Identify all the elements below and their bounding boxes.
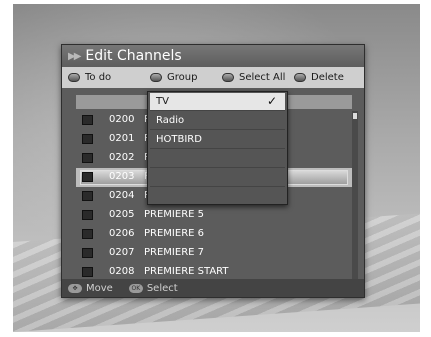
- title-bar: ▶▶ Edit Channels: [62, 45, 364, 67]
- checkbox-icon[interactable]: [82, 191, 93, 201]
- channel-name: PREMIERE 6: [144, 228, 204, 239]
- function-bar: To do Group Select All Delete: [62, 67, 364, 88]
- channel-number: 0200: [109, 114, 135, 125]
- channel-number: 0206: [109, 228, 135, 239]
- checkbox-icon[interactable]: [82, 267, 93, 277]
- group-button[interactable]: Group: [150, 72, 197, 83]
- select-all-label: Select All: [239, 72, 286, 83]
- checkbox-icon[interactable]: [82, 153, 93, 163]
- channel-row[interactable]: 0207 PREMIERE 7: [76, 244, 352, 263]
- channel-name: PREMIERE 7: [144, 247, 204, 258]
- channel-name: PREMIERE 5: [144, 209, 204, 220]
- checkmark-icon: ✓: [266, 94, 277, 108]
- checkbox-icon[interactable]: [82, 134, 93, 144]
- group-dropdown: TV ✓ Radio HOTBIRD: [147, 91, 288, 205]
- checkbox-icon[interactable]: [82, 172, 93, 182]
- channel-number: 0203: [109, 171, 135, 182]
- group-option-label: HOTBIRD: [156, 134, 202, 145]
- group-option-empty[interactable]: [150, 150, 285, 168]
- scrollbar[interactable]: [352, 111, 358, 279]
- checkbox-icon[interactable]: [82, 248, 93, 258]
- group-option-label: Radio: [156, 115, 185, 126]
- checkbox-icon[interactable]: [82, 115, 93, 125]
- group-option-empty[interactable]: [150, 169, 285, 187]
- group-label: Group: [167, 72, 198, 83]
- channel-row[interactable]: 0205 PREMIERE 5: [76, 206, 352, 225]
- select-hint: Select: [146, 282, 178, 294]
- move-hint: Move: [86, 282, 113, 294]
- checkbox-icon[interactable]: [82, 229, 93, 239]
- blue-key-icon: [294, 73, 306, 82]
- group-option-label: TV: [156, 96, 169, 107]
- channel-number: 0208: [109, 266, 135, 277]
- channel-number: 0205: [109, 209, 135, 220]
- group-option-hotbird[interactable]: HOTBIRD: [150, 131, 285, 149]
- channel-number: 0201: [109, 133, 135, 144]
- ok-key-icon: OK: [128, 283, 143, 293]
- navigate-key-icon: ✥: [68, 283, 82, 293]
- page-title: Edit Channels: [85, 48, 182, 64]
- red-key-icon: [68, 73, 80, 82]
- scrollbar-thumb[interactable]: [353, 113, 357, 119]
- channel-row[interactable]: 0206 PREMIERE 6: [76, 225, 352, 244]
- delete-button[interactable]: Delete: [294, 72, 344, 83]
- channel-number: 0204: [109, 190, 135, 201]
- select-all-button[interactable]: Select All: [222, 72, 285, 83]
- group-option-radio[interactable]: Radio: [150, 112, 285, 130]
- channel-number: 0202: [109, 152, 135, 163]
- delete-label: Delete: [311, 72, 344, 83]
- channel-number: 0207: [109, 247, 135, 258]
- checkbox-icon[interactable]: [82, 210, 93, 220]
- help-footer: ✥ Move OK Select: [62, 279, 364, 297]
- group-option-tv[interactable]: TV ✓: [150, 93, 285, 111]
- double-chevron-icon: ▶▶: [68, 50, 81, 62]
- channel-name: PREMIERE START: [144, 266, 229, 277]
- todo-label: To do: [85, 72, 112, 83]
- green-key-icon: [150, 73, 162, 82]
- yellow-key-icon: [222, 73, 234, 82]
- todo-button[interactable]: To do: [68, 72, 111, 83]
